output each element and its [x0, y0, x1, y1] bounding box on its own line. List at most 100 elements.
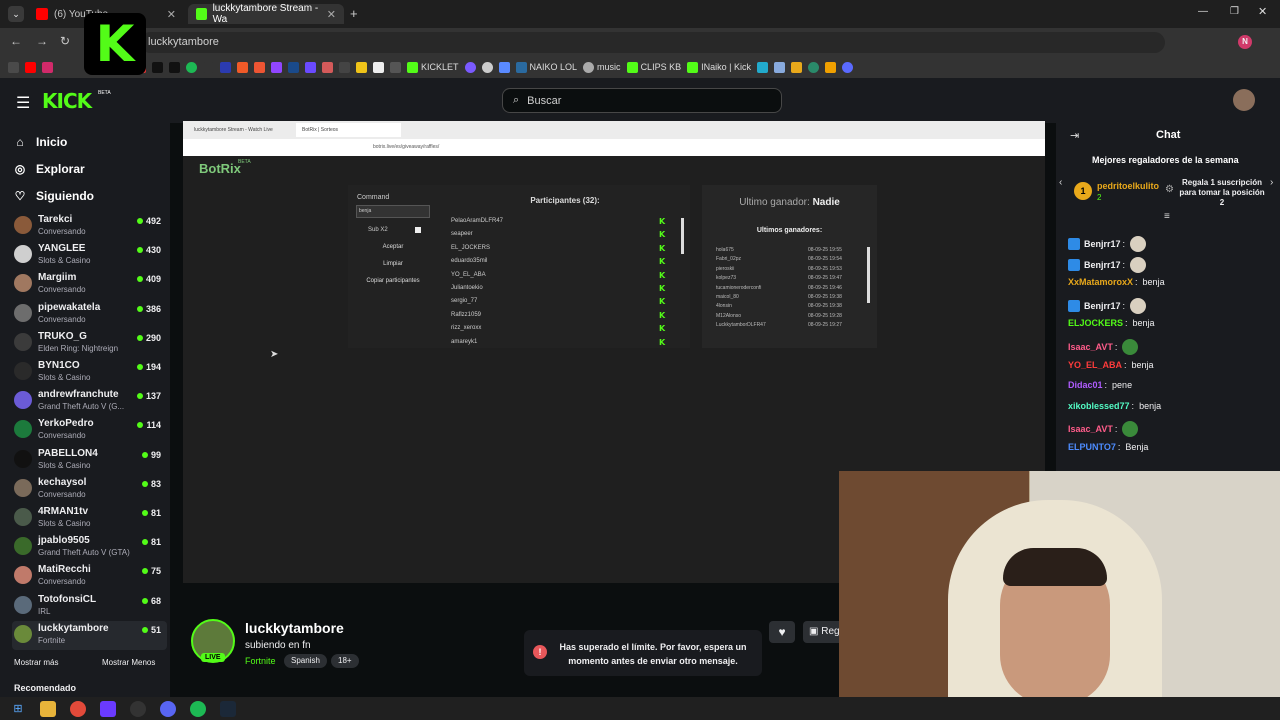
chat-username[interactable]: ELPUNTO7 [1068, 442, 1116, 452]
nav-explorar[interactable]: ◎ Explorar [14, 162, 85, 176]
profile-avatar[interactable]: N [1238, 35, 1252, 49]
close-icon[interactable]: ✕ [327, 8, 336, 21]
kick-logo[interactable]: KICK [42, 89, 92, 113]
apps-icon[interactable] [8, 61, 19, 73]
close-icon[interactable]: ✕ [167, 8, 176, 21]
tiktok-icon[interactable] [169, 61, 180, 73]
chat-username[interactable]: Benjrr17 [1084, 239, 1121, 249]
stream-category[interactable]: Fortnite [245, 656, 276, 666]
bookmark-icon[interactable] [356, 61, 367, 73]
bookmark-icon[interactable] [824, 61, 836, 73]
menu-icon[interactable]: ☰ [16, 93, 30, 113]
url-input[interactable]: luckkytambore [140, 32, 1165, 53]
channel-item[interactable]: Margiim Conversando 409 [12, 270, 167, 299]
top-gifter-name[interactable]: pedritoelkulito [1097, 181, 1159, 191]
show-more-button[interactable]: Mostrar más [14, 658, 58, 667]
tab-kick-stream[interactable]: luckkytambore Stream - Wa ✕ [188, 3, 344, 25]
bookmark-icon[interactable] [790, 61, 802, 73]
bookmark-icon[interactable] [322, 61, 333, 73]
bookmark-icon[interactable] [203, 61, 214, 73]
maximize-icon[interactable]: ❐ [1230, 6, 1239, 17]
chat-username[interactable]: XxMatamoroxX [1068, 277, 1133, 287]
channel-item[interactable]: Tarekci Conversando 492 [12, 212, 167, 241]
channel-item[interactable]: pipewakatela Conversando 386 [12, 300, 167, 329]
bookmark-inaiko-kick[interactable]: INaiko | Kick [687, 61, 751, 73]
app-icon[interactable] [100, 700, 116, 717]
chevron-right-icon[interactable]: › [1270, 177, 1273, 188]
nav-siguiendo[interactable]: ♡ Siguiendo [14, 189, 94, 203]
bookmark-icon[interactable] [481, 61, 493, 73]
channel-item[interactable]: MatiRecchi Conversando 75 [12, 562, 167, 591]
bookmark-icon[interactable] [807, 61, 819, 73]
tab-search-icon[interactable]: ⌄ [8, 6, 24, 22]
chat-username[interactable]: Didac01 [1068, 380, 1103, 390]
chat-username[interactable]: Isaac_AVT [1068, 424, 1113, 434]
channel-item[interactable]: kechaysol Conversando 83 [12, 475, 167, 504]
bookmark-icon[interactable] [220, 61, 231, 73]
bookmark-icon[interactable] [464, 61, 476, 73]
pinned-toggle-icon[interactable]: ≡ [1164, 211, 1170, 222]
gift-cta[interactable]: Regala 1 suscripción para tomar la posic… [1178, 178, 1266, 208]
bookmark-icon[interactable] [288, 61, 299, 73]
chrome-icon[interactable] [70, 700, 86, 717]
obs-icon[interactable] [130, 700, 146, 717]
minimize-icon[interactable]: — [1198, 6, 1208, 17]
spotify-icon[interactable] [190, 700, 206, 717]
bookmark-icon[interactable] [390, 61, 401, 73]
windows-start-icon[interactable]: ⊞ [10, 701, 26, 717]
nav-inicio[interactable]: ⌂ Inicio [14, 135, 67, 149]
search-input[interactable]: ⌕ Buscar [502, 88, 782, 113]
bookmark-kicklet[interactable]: KICKLET [407, 61, 459, 73]
bookmark-icon[interactable] [756, 61, 768, 73]
bookmark-icon[interactable] [271, 61, 282, 73]
channel-item[interactable]: andrewfranchute Grand Theft Auto V (G... 1… [12, 387, 167, 416]
bookmark-icon[interactable] [42, 61, 53, 73]
chat-username[interactable]: Benjrr17 [1084, 260, 1121, 270]
back-icon[interactable]: ← [10, 34, 22, 48]
chat-username[interactable]: Benjrr17 [1084, 301, 1121, 311]
channel-item[interactable]: luckkytambore Fortnite 51 [12, 620, 167, 650]
bookmark-icon[interactable] [498, 61, 510, 73]
chat-username[interactable]: Isaac_AVT [1068, 342, 1113, 352]
streamer-name[interactable]: luckkytambore [245, 620, 344, 636]
bookmark-music[interactable]: music [583, 61, 621, 73]
bookmark-clips-kb[interactable]: CLIPS KB [626, 61, 681, 73]
forward-icon[interactable]: → [36, 34, 48, 48]
discord-icon[interactable] [160, 700, 176, 717]
reload-icon[interactable]: ↻ [60, 34, 70, 48]
bookmark-icon[interactable] [773, 61, 785, 73]
chat-username[interactable]: xikoblessed77 [1068, 401, 1130, 411]
channel-item[interactable]: TRUKO_G Elden Ring: Nightreign 290 [12, 329, 167, 358]
channel-item[interactable]: YANGLEE Slots & Casino 430 [12, 241, 167, 270]
gift-sub-button[interactable]: ▣ Reg [803, 621, 843, 643]
channel-item[interactable]: BYN1CO Slots & Casino 194 [12, 358, 167, 387]
bookmark-icon[interactable] [25, 61, 36, 73]
channel-item[interactable]: PABELLON4 Slots & Casino 99 [12, 446, 167, 475]
x-icon[interactable] [152, 61, 163, 73]
bookmark-icon[interactable] [841, 61, 853, 73]
bookmark-icon[interactable] [305, 61, 316, 73]
channel-item[interactable]: YerkoPedro Conversando 114 [12, 416, 167, 445]
file-explorer-icon[interactable] [40, 700, 56, 717]
chevron-left-icon[interactable]: ‹ [1059, 177, 1062, 188]
bookmark-icon[interactable] [237, 61, 248, 73]
chat-username[interactable]: YO_EL_ABA [1068, 360, 1122, 370]
close-window-icon[interactable]: ✕ [1258, 5, 1267, 18]
bookmark-naiko-lol[interactable]: NAIKO LOL [515, 61, 577, 73]
follow-heart-button[interactable]: ♥ [769, 621, 795, 643]
user-avatar[interactable] [1233, 89, 1255, 111]
bookmark-icon[interactable] [254, 61, 265, 73]
chat-username[interactable]: ELJOCKERS [1068, 318, 1123, 328]
bookmark-icon[interactable] [339, 61, 350, 73]
tag-language[interactable]: Spanish [284, 654, 327, 668]
channel-item[interactable]: jpablo9505 Grand Theft Auto V (GTA) 81 [12, 533, 167, 562]
spotify-icon[interactable] [186, 61, 197, 73]
bookmark-icon[interactable] [373, 61, 384, 73]
show-less-button[interactable]: Mostrar Menos [102, 658, 155, 667]
channel-item[interactable]: TotofonsiCL IRL 68 [12, 592, 167, 621]
collapse-chat-icon[interactable]: ⇥ [1070, 129, 1079, 142]
tag-age[interactable]: 18+ [331, 654, 359, 668]
new-tab-button[interactable]: + [350, 6, 358, 21]
steam-icon[interactable] [220, 700, 236, 717]
channel-item[interactable]: 4RMAN1tv Slots & Casino 81 [12, 504, 167, 533]
